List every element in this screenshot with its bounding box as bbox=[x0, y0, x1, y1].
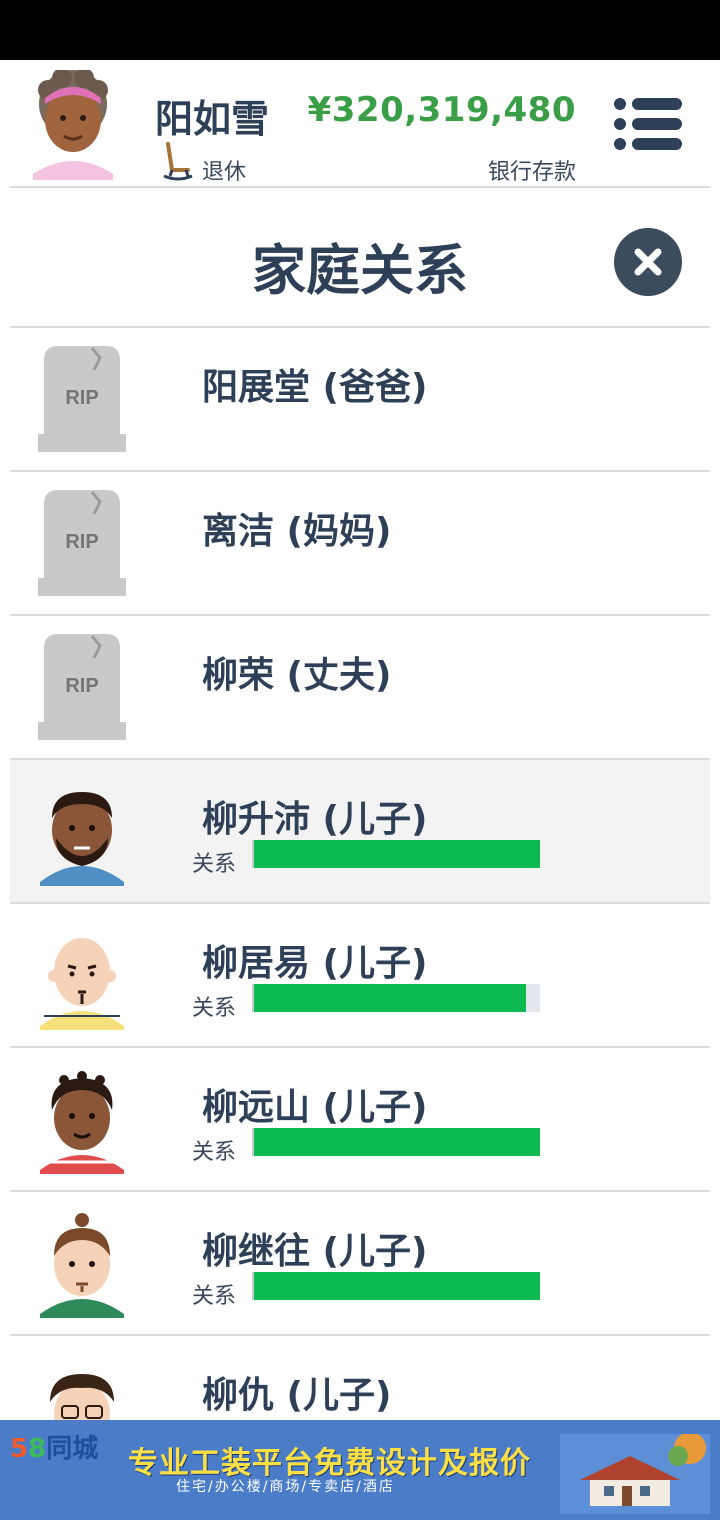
tombstone-icon: RIP bbox=[38, 346, 126, 452]
divider bbox=[10, 186, 710, 188]
player-avatar[interactable] bbox=[28, 70, 118, 180]
family-member-name: 阳展堂 (爸爸) bbox=[202, 367, 428, 408]
ad-brand-logo: 58同城 bbox=[10, 1434, 99, 1464]
family-member-name: 柳远山 (儿子) bbox=[202, 1087, 428, 1128]
family-member-name: 柳仇 (儿子) bbox=[202, 1375, 392, 1416]
family-member-name: 柳荣 (丈夫) bbox=[202, 655, 392, 696]
relation-bar-fill bbox=[254, 840, 540, 868]
family-row[interactable]: 柳升沛 (儿子) 关系 bbox=[10, 760, 710, 904]
family-row[interactable]: RIP 柳荣 (丈夫) bbox=[10, 616, 710, 760]
status-label: 退休 bbox=[202, 160, 247, 185]
family-member-name: 柳居易 (儿子) bbox=[202, 943, 428, 984]
family-row[interactable]: RIP 离洁 (妈妈) bbox=[10, 472, 710, 616]
son-avatar bbox=[40, 1071, 124, 1174]
relation-label: 关系 bbox=[192, 1140, 237, 1165]
family-member-name: 离洁 (妈妈) bbox=[202, 511, 392, 552]
tombstone-icon: RIP bbox=[38, 634, 126, 740]
son-avatar bbox=[40, 792, 124, 886]
rocking-chair-icon bbox=[163, 142, 193, 181]
relation-label: 关系 bbox=[192, 996, 237, 1021]
status-bar bbox=[0, 0, 720, 60]
relation-bar-fill bbox=[254, 984, 526, 1012]
ad-banner[interactable]: 58同城 专业工装平台免费设计及报价 住宅/办公楼/商场/专卖店/酒店 bbox=[0, 1420, 720, 1520]
house-illustration bbox=[560, 1434, 710, 1514]
relation-bar bbox=[252, 1128, 540, 1156]
family-member-name: 柳升沛 (儿子) bbox=[202, 799, 428, 840]
bank-balance: ¥320,319,480 bbox=[307, 90, 576, 130]
relation-bar bbox=[252, 840, 540, 868]
family-row[interactable]: 柳远山 (儿子) 关系 bbox=[10, 1048, 710, 1192]
relation-bar bbox=[252, 1272, 540, 1300]
family-member-name: 柳继往 (儿子) bbox=[202, 1231, 428, 1272]
bank-balance-label: 银行存款 bbox=[487, 160, 576, 185]
relation-bar-fill bbox=[254, 1128, 540, 1156]
tombstone-text: RIP bbox=[65, 675, 98, 697]
son-avatar bbox=[40, 938, 124, 1030]
relation-bar-fill bbox=[254, 1272, 540, 1300]
relation-label: 关系 bbox=[192, 1284, 237, 1309]
close-icon bbox=[634, 248, 662, 276]
tombstone-icon: RIP bbox=[38, 490, 126, 596]
son-avatar bbox=[40, 1213, 124, 1318]
ad-subtitle: 住宅/办公楼/商场/专卖店/酒店 bbox=[176, 1479, 395, 1495]
close-button[interactable] bbox=[614, 228, 682, 296]
relation-label: 关系 bbox=[192, 852, 237, 877]
header: 阳如雪 退休 ¥320,319,480 银行存款 bbox=[0, 60, 720, 188]
page-title: 家庭关系 bbox=[252, 239, 468, 302]
relation-bar bbox=[252, 984, 540, 1012]
family-row[interactable]: 柳继往 (儿子) 关系 bbox=[10, 1192, 710, 1336]
player-name: 阳如雪 bbox=[155, 97, 270, 141]
tombstone-text: RIP bbox=[65, 387, 98, 409]
menu-icon[interactable] bbox=[612, 96, 684, 152]
family-row[interactable]: 柳居易 (儿子) 关系 bbox=[10, 904, 710, 1048]
family-row[interactable]: RIP 阳展堂 (爸爸) bbox=[10, 328, 710, 472]
tombstone-text: RIP bbox=[65, 531, 98, 553]
